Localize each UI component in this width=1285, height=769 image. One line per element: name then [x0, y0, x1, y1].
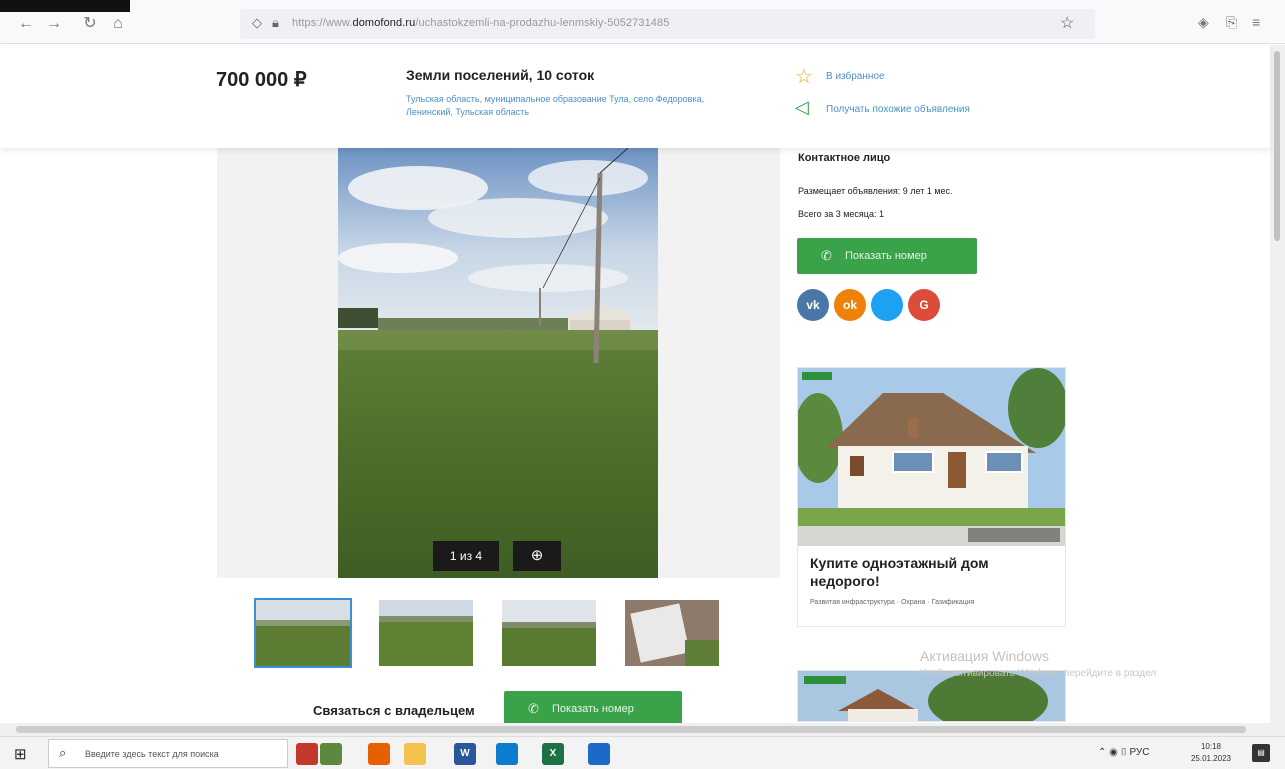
search-icon: ⌕ — [59, 745, 67, 760]
file-explorer-icon[interactable] — [404, 743, 426, 765]
ad-badge — [802, 372, 832, 380]
show-number-button[interactable]: ✆ Показать номер — [797, 238, 977, 274]
firefox-icon[interactable] — [368, 743, 390, 765]
clock-date: 25.01.2023 — [1190, 754, 1232, 763]
ad-description: Развитая инфраструктура · Охрана · Газиф… — [810, 599, 975, 606]
phone-icon: ✆ — [528, 701, 539, 716]
black-overlay — [0, 0, 130, 12]
taskbar-search[interactable]: ⌕ Введите здесь текст для поиска — [48, 739, 288, 768]
ad-image[interactable] — [798, 368, 1065, 546]
excel-icon[interactable]: X — [542, 743, 564, 765]
edge-icon[interactable] — [496, 743, 518, 765]
back-icon[interactable]: ← — [16, 14, 36, 34]
home-icon[interactable]: ⌂ — [108, 14, 128, 34]
thumbnail-4[interactable] — [625, 600, 719, 666]
clock[interactable]: 10:18 25.01.2023 — [1186, 741, 1236, 765]
twitter-share-icon[interactable] — [871, 289, 903, 321]
ad-title[interactable]: Купите одноэтажный дом недорого! — [810, 554, 1050, 590]
listing-title: Земли поселений, 10 соток — [406, 67, 595, 83]
photos-icon[interactable] — [588, 743, 610, 765]
url-text[interactable]: https://www.domofond.ru/uchastokzemli-na… — [292, 17, 669, 29]
photo-gallery: 1 из 4 ⊕ — [217, 148, 780, 578]
vertical-scroll-thumb[interactable] — [1274, 51, 1280, 241]
windows-taskbar: ⊞ ⌕ Введите здесь текст для поиска W X ⌃… — [0, 736, 1285, 769]
thumbnail-3[interactable] — [502, 600, 596, 666]
posted-count: Всего за 3 месяца: 1 — [798, 209, 884, 219]
horizontal-scrollbar[interactable] — [0, 723, 1285, 736]
ad-card[interactable]: Купите одноэтажный дом недорого! Развита… — [797, 367, 1066, 627]
show-number-button-bottom[interactable]: ✆ Показать номер — [504, 691, 682, 727]
show-number-label: Показать номер — [845, 250, 927, 262]
listing-address[interactable]: Тульская область, муниципальное образова… — [406, 93, 736, 119]
contact-owner-label: Связаться с владельцем — [313, 703, 475, 718]
thumbnail-1[interactable] — [254, 598, 352, 668]
windows-activation-subtitle: Чтобы активировать Windows, перейдите в … — [920, 668, 1157, 679]
windows-activation-title: Активация Windows — [920, 648, 1050, 664]
listing-header: 700 000 ₽ Земли поселений, 10 соток Туль… — [0, 45, 1270, 148]
vk-share-icon[interactable]: vk — [797, 289, 829, 321]
word-icon[interactable]: W — [454, 743, 476, 765]
photo-counter: 1 из 4 — [433, 541, 499, 571]
add-to-favorites-link[interactable]: В избранное — [826, 71, 885, 82]
listing-photo[interactable] — [338, 148, 658, 578]
clock-time: 10:18 — [1200, 742, 1222, 751]
google-share-icon[interactable]: G — [908, 289, 940, 321]
system-tray[interactable]: ⌃ ◉ ⌷ РУС — [1098, 747, 1149, 758]
star-icon[interactable]: ☆ — [795, 64, 813, 89]
thumbnail-2[interactable] — [379, 600, 473, 666]
news-widget-icon[interactable] — [320, 743, 342, 765]
pocket-icon[interactable]: ◈ — [1198, 14, 1209, 31]
reload-icon[interactable]: ↻ — [80, 14, 100, 34]
lock-icon[interactable]: 🔒︎ — [272, 15, 279, 31]
ok-share-icon[interactable]: ok — [834, 289, 866, 321]
show-number-label: Показать номер — [552, 703, 634, 715]
language-indicator[interactable]: РУС — [1129, 747, 1149, 758]
posting-since: Размещает объявления: 9 лет 1 мес. — [798, 186, 953, 196]
zoom-icon[interactable]: ⊕ — [513, 541, 561, 571]
browser-toolbar: ← → ↻ ⌂ ◇ 🔒︎ https://www.domofond.ru/uch… — [0, 0, 1285, 44]
horizontal-scroll-thumb[interactable] — [16, 726, 1246, 733]
taskbar-search-placeholder: Введите здесь текст для поиска — [85, 749, 219, 759]
subscribe-similar-link[interactable]: Получать похожие объявления — [826, 104, 970, 115]
menu-icon[interactable]: ≡ — [1252, 14, 1260, 30]
bookmark-star-icon[interactable]: ☆ — [1060, 13, 1074, 33]
tracking-shield-icon[interactable]: ◇ — [252, 15, 262, 31]
forward-icon[interactable]: → — [44, 14, 64, 34]
listing-price: 700 000 ₽ — [216, 69, 307, 91]
vertical-scrollbar[interactable] — [1270, 45, 1285, 723]
weather-widget-icon[interactable] — [296, 743, 318, 765]
phone-icon: ✆ — [821, 248, 832, 263]
url-bar[interactable]: ◇ 🔒︎ https://www.domofond.ru/uchastokzem… — [240, 9, 1095, 39]
contact-title: Контактное лицо — [798, 152, 891, 164]
extensions-icon[interactable]: ⎘ — [1226, 14, 1237, 31]
windows-start-icon[interactable]: ⊞ — [14, 745, 27, 763]
bell-icon[interactable]: ◁ — [795, 97, 809, 118]
notifications-icon[interactable]: ▤ — [1252, 744, 1270, 762]
